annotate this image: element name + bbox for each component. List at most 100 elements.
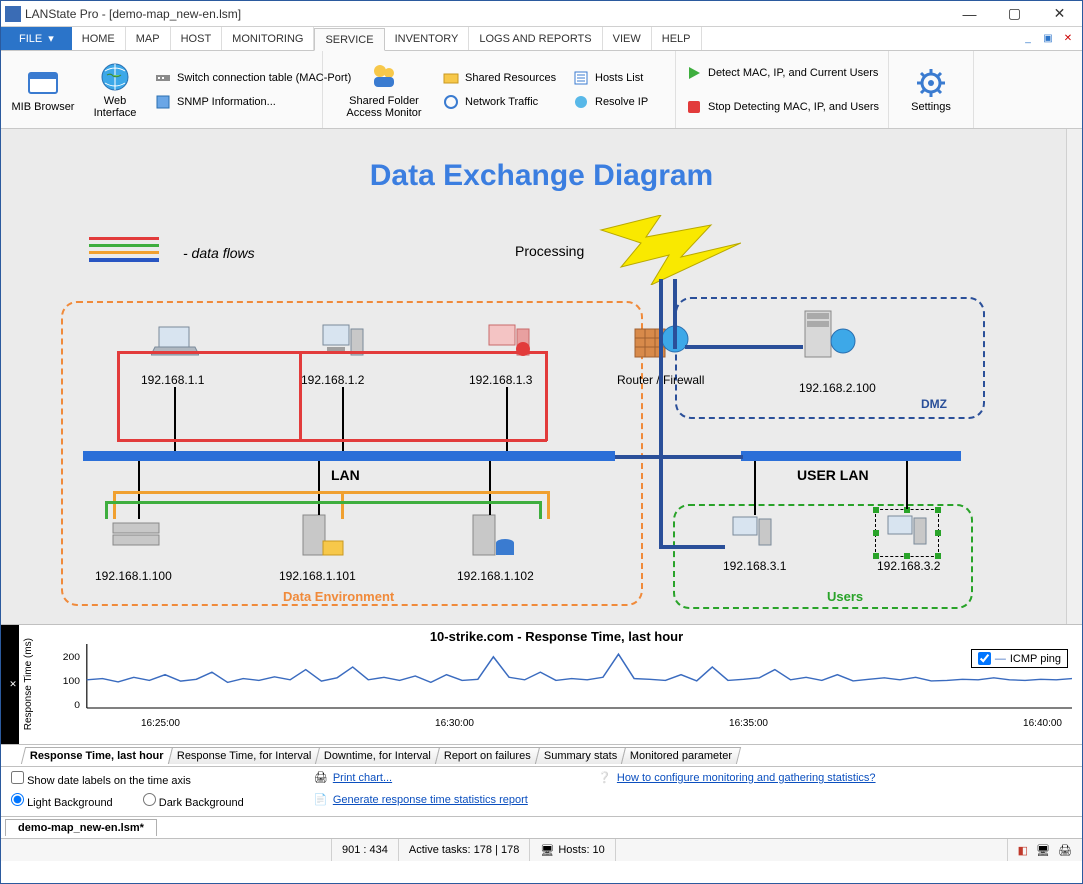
shared-res-button[interactable]: Shared Resources xyxy=(439,67,569,89)
settings-button[interactable]: Settings xyxy=(895,65,967,115)
svg-text:100: 100 xyxy=(63,677,80,687)
hosts-list-button[interactable]: Hosts List xyxy=(569,67,669,89)
chart-panel: ✕ Response Time (ms) 10-strike.com - Res… xyxy=(1,625,1082,745)
btab-failures[interactable]: Report on failures xyxy=(435,747,540,764)
gen-report-link[interactable]: Generate response time statistics report xyxy=(333,794,528,806)
light-bg-radio[interactable]: Light Background xyxy=(11,793,113,809)
mdi-restore-icon[interactable]: ▣ xyxy=(1040,31,1056,47)
gear-icon xyxy=(915,67,947,99)
document-tabs: demo-map_new-en.lsm* xyxy=(1,817,1082,839)
file-server-icon[interactable] xyxy=(297,513,347,561)
host-1-2: 192.168.1.2 xyxy=(301,373,364,387)
browser-icon xyxy=(27,67,59,99)
chart-tabs: Response Time, last hour Response Time, … xyxy=(1,745,1082,767)
chart-legend[interactable]: — ICMP ping xyxy=(971,649,1068,668)
svg-text:0: 0 xyxy=(74,701,80,711)
btab-resp-int[interactable]: Response Time, for Interval xyxy=(168,747,321,764)
titlebar: LANState Pro - [demo-map_new-en.lsm] — ▢… xyxy=(1,1,1082,27)
legend-label: - data flows xyxy=(183,245,255,261)
status-icon-3[interactable]: 🖨 xyxy=(1058,844,1072,857)
lan-label: LAN xyxy=(331,467,360,483)
host-3-2: 192.168.3.2 xyxy=(877,559,940,573)
window-title: LANState Pro - [demo-map_new-en.lsm] xyxy=(25,7,241,21)
btab-resp-hour[interactable]: Response Time, last hour xyxy=(21,747,173,764)
show-date-checkbox[interactable]: Show date labels on the time axis xyxy=(11,771,244,787)
tab-map[interactable]: MAP xyxy=(126,27,171,50)
tab-view[interactable]: VIEW xyxy=(603,27,652,50)
btab-param[interactable]: Monitored parameter xyxy=(621,747,741,764)
file-menu[interactable]: FILE▾ xyxy=(1,27,72,50)
web-interface-button[interactable]: Web Interface xyxy=(79,59,151,121)
tab-inventory[interactable]: INVENTORY xyxy=(385,27,470,50)
user-lan-bar xyxy=(741,451,961,461)
svg-text:200: 200 xyxy=(63,653,80,663)
mdi-minimize-icon[interactable]: _ xyxy=(1020,31,1036,47)
stop-detect-button[interactable]: Stop Detecting MAC, IP, and Users xyxy=(682,91,882,123)
tab-help[interactable]: HELP xyxy=(652,27,702,50)
server-icon[interactable] xyxy=(801,309,857,361)
host-3-1: 192.168.3.1 xyxy=(723,559,786,573)
vertical-scrollbar[interactable] xyxy=(1066,129,1082,624)
snmp-icon xyxy=(155,94,171,110)
status-icon-2[interactable]: 🖥 xyxy=(1036,844,1050,857)
chart-close[interactable]: ✕ xyxy=(1,625,19,744)
play-icon xyxy=(686,65,702,81)
users-icon xyxy=(368,61,400,93)
tab-logs[interactable]: LOGS AND REPORTS xyxy=(469,27,602,50)
mdi-close-icon[interactable]: ✕ xyxy=(1060,31,1076,47)
switch-conn-button[interactable]: Switch connection table (MAC-Port) xyxy=(151,67,316,89)
chart-plot: 0 100 200 xyxy=(41,644,1072,718)
btab-down-int[interactable]: Downtime, for Interval xyxy=(315,747,440,764)
map-canvas[interactable]: Data Exchange Diagram - data flows Proce… xyxy=(1,129,1082,625)
status-coord: 901 : 434 xyxy=(331,839,398,861)
minimize-button[interactable]: — xyxy=(947,1,992,27)
dmz-label: DMZ xyxy=(921,397,947,411)
lightning-icon xyxy=(591,215,741,285)
howto-link[interactable]: How to configure monitoring and gatherin… xyxy=(617,772,876,784)
maximize-button[interactable]: ▢ xyxy=(992,1,1037,27)
mib-browser-button[interactable]: MIB Browser xyxy=(7,65,79,115)
map-title: Data Exchange Diagram xyxy=(1,159,1082,193)
db-server-icon[interactable] xyxy=(467,513,517,561)
lan-bar xyxy=(83,451,615,461)
print-chart-link[interactable]: Print chart... xyxy=(333,772,392,784)
detect-button[interactable]: Detect MAC, IP, and Current Users xyxy=(682,57,882,89)
printer-icon: 🖨 xyxy=(314,771,330,787)
data-env-label: Data Environment xyxy=(283,589,394,604)
legend-checkbox[interactable] xyxy=(978,652,991,665)
legend xyxy=(89,237,159,266)
selected-host[interactable] xyxy=(875,509,939,557)
statusbar: 901 : 434 Active tasks: 178 | 178 🖥Hosts… xyxy=(1,839,1082,861)
snmp-info-button[interactable]: SNMP Information... xyxy=(151,91,316,113)
chart-options: Show date labels on the time axis Light … xyxy=(1,767,1082,817)
y-axis-label: Response Time (ms) xyxy=(23,638,34,730)
host-icon: 🖥 xyxy=(540,844,554,857)
status-icon-1[interactable]: ◧ xyxy=(1018,844,1028,857)
close-button[interactable]: ✕ xyxy=(1037,1,1082,27)
globe-icon xyxy=(99,61,131,93)
list-icon xyxy=(573,70,589,86)
btab-summary[interactable]: Summary stats xyxy=(535,747,627,764)
stop-icon xyxy=(686,99,702,115)
resolve-ip-button[interactable]: Resolve IP xyxy=(569,91,669,113)
host-1-101: 192.168.1.101 xyxy=(279,569,356,583)
help-icon: ❔ xyxy=(598,771,614,787)
net-traffic-button[interactable]: Network Traffic xyxy=(439,91,569,113)
tab-service[interactable]: SERVICE xyxy=(314,28,384,51)
shared-folder-button[interactable]: Shared Folder Access Monitor xyxy=(329,59,439,121)
tab-home[interactable]: HOME xyxy=(72,27,126,50)
main-tabs: FILE▾ HOME MAP HOST MONITORING SERVICE I… xyxy=(1,27,1082,51)
user-pc1-icon[interactable] xyxy=(729,515,777,551)
doc-tab[interactable]: demo-map_new-en.lsm* xyxy=(5,819,157,836)
processing-label: Processing xyxy=(515,243,584,259)
traffic-icon xyxy=(443,94,459,110)
tab-monitoring[interactable]: MONITORING xyxy=(222,27,314,50)
host-1-102: 192.168.1.102 xyxy=(457,569,534,583)
dark-bg-radio[interactable]: Dark Background xyxy=(143,793,244,809)
host-1-1: 192.168.1.1 xyxy=(141,373,204,387)
tab-host[interactable]: HOST xyxy=(171,27,223,50)
status-hosts: 🖥Hosts: 10 xyxy=(529,839,614,861)
rack-icon[interactable] xyxy=(111,519,163,559)
host-2-100: 192.168.2.100 xyxy=(799,381,876,395)
host-1-3: 192.168.1.3 xyxy=(469,373,532,387)
